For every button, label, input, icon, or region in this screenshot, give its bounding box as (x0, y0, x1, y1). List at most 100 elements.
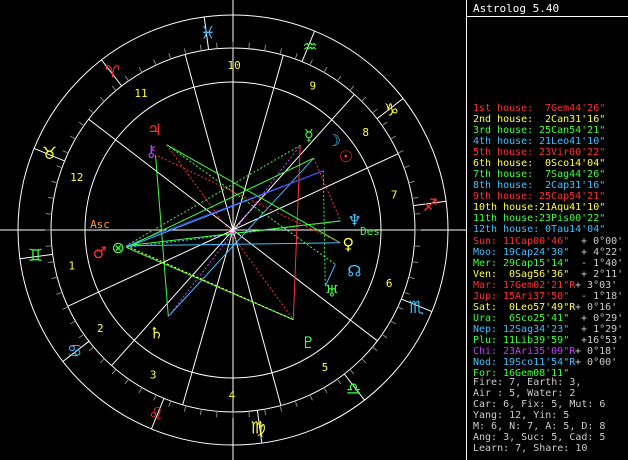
cancer-glyph: ♋ (67, 341, 82, 361)
house-cusp-row: 12th house: 0Tau14'04" (473, 224, 605, 235)
degree-tick (323, 387, 328, 394)
house-cusp-row: 5th house: 23Vir00'22" (473, 147, 605, 158)
virgo-glyph: ♍ (251, 418, 266, 438)
house-cusp-label: 10th house: (473, 202, 540, 213)
degree-tick (45, 245, 52, 247)
uranus-glyph: ♅ (325, 281, 339, 300)
elements-line-2: Air : 5, Water: 2 (473, 388, 576, 399)
house-cusp-label: 3rd house: (473, 125, 534, 136)
degree-tick (51, 276, 58, 280)
capricorn-glyph: ♑ (384, 101, 399, 121)
degree-tick (336, 75, 342, 82)
degree-tick (248, 411, 250, 418)
degree-tick (390, 320, 397, 325)
aspect-line (167, 157, 315, 317)
degree-tick (381, 333, 388, 339)
elements-line-5: M: 6, N: 7, A: 5, D: 8 (473, 421, 606, 432)
degree-tick (349, 369, 355, 375)
house-cusp-value: 23Vir00'22" (533, 147, 606, 158)
house-cusp-row: 4th house: 21Leo41'10" (473, 136, 605, 147)
house-cusp-label: 11th house: (473, 213, 540, 224)
house-cusp-label: 4th house: (473, 136, 534, 147)
planet-position: 19Cap24'30" (503, 247, 570, 258)
house-cusp-value: 2Cap31'16" (533, 180, 606, 191)
house-cusp-value: 2Can31'16" (533, 114, 606, 125)
degree-tick (88, 108, 94, 114)
venus-glyph: ♀ (342, 235, 354, 254)
chiron-glyph: ⚷ (145, 142, 157, 161)
leo-glyph: ♌ (148, 405, 163, 425)
saturn-glyph: ♄ (149, 324, 163, 343)
elements-line-7: Learn: 7, Share: 10 (473, 443, 588, 454)
degree-tick (62, 150, 69, 154)
house-number: 1 (69, 259, 76, 272)
elements-line-3: Car: 6, Fix: 5, Mut: 6 (473, 399, 606, 410)
degree-tick (381, 121, 388, 127)
house-cusp-row: 2nd house: 2Can31'16" (473, 114, 605, 125)
house-number: 3 (150, 368, 157, 381)
degree-tick (408, 276, 415, 280)
planet-declination: + 0°00' (569, 236, 624, 247)
sagittarius-glyph: ♐ (423, 196, 438, 216)
house-cusp-label: 2nd house: (473, 114, 534, 125)
house-cusp-row: 8th house: 2Cap31'16" (473, 180, 605, 191)
house-cusp-row: 3rd house: 25Can54'21" (473, 125, 605, 136)
degree-tick (45, 213, 52, 215)
degree-tick (403, 165, 410, 169)
degree-tick (309, 59, 313, 66)
degree-tick (264, 44, 267, 51)
degree-tick (199, 409, 202, 416)
planet-row: Moo: 19Cap24'30" + 4°22' (473, 247, 623, 258)
degree-tick (309, 394, 313, 401)
fortune-glyph: ⊗ (112, 238, 125, 257)
mars-glyph: ♂ (93, 243, 107, 262)
planet-position: 17Gem02'21"R (503, 280, 576, 291)
planet-position: 0Leo57'49"R (503, 302, 576, 313)
degree-tick (69, 320, 76, 325)
degree-tick (390, 135, 397, 140)
degree-tick (216, 411, 218, 418)
house-cusp-row: 10th house: 21Aqu41'10" (473, 202, 605, 213)
degree-tick (153, 59, 157, 66)
degree-tick (138, 387, 143, 394)
house-number: 10 (227, 59, 240, 72)
house-cusp-row: 9th house: 25Cap54'21" (473, 191, 605, 202)
house-cusp-spoke (232, 229, 378, 342)
planet-row: Plu: 11Lib39'59" +16°53' (473, 335, 623, 346)
degree-tick (124, 378, 130, 385)
planet-label: Mar: (473, 280, 498, 291)
planet-label: Plu: (473, 335, 498, 346)
degree-tick (397, 150, 404, 154)
planet-row: Mar: 17Gem02'21"R + 3°03' (473, 280, 617, 291)
aspect-line (313, 157, 342, 222)
planet-declination: + 4°22' (569, 247, 624, 258)
elements-line-4: Yang: 12, Yin: 5 (473, 410, 570, 421)
planet-declination: +16°53' (569, 335, 624, 346)
planet-position: 11Cap00'46" (503, 236, 570, 247)
degree-tick (168, 400, 172, 407)
planet-position: 0Sag56'36" (503, 269, 570, 280)
house-cusp-row: 7th house: 7Sag44'26" (473, 169, 605, 180)
house-cusp-value: 7Sag44'26" (533, 169, 606, 180)
planet-label: Mer: (473, 258, 498, 269)
chart-wheel: ♈♉♊♋♌♍♎♏♐♑♒♓ 123456789101112 ☉☽☿♀♂♃♄♅♆♇⚷… (0, 0, 466, 460)
degree-tick (323, 66, 328, 73)
house-cusp-value: 25Cap54'21" (533, 191, 606, 202)
degree-tick (99, 358, 105, 364)
planet-row: Jup: 15Ari37'50" - 1°18' (473, 291, 623, 302)
planet-row: Chi: 23Ari35'09"R + 0°18' (473, 346, 617, 357)
planet-declination: + 0°18' (569, 346, 618, 357)
house-cusp-value: 21Aqu41'10" (533, 202, 606, 213)
house-cusp-spoke (232, 229, 282, 406)
degree-tick (138, 66, 143, 73)
planet-declination: + 0°29' (569, 313, 624, 324)
house-number: 11 (134, 87, 147, 100)
planet-row: Sun: 11Cap00'46" + 0°00' (473, 236, 623, 247)
des-label: Des (360, 225, 380, 238)
gemini-glyph: ♊ (28, 246, 43, 266)
planet-declination: + 2°11' (569, 269, 624, 280)
house-number: 2 (97, 322, 104, 335)
planet-declination: + 0°00' (569, 357, 618, 368)
node-glyph: ☊ (347, 262, 361, 281)
degree-tick (56, 165, 63, 169)
